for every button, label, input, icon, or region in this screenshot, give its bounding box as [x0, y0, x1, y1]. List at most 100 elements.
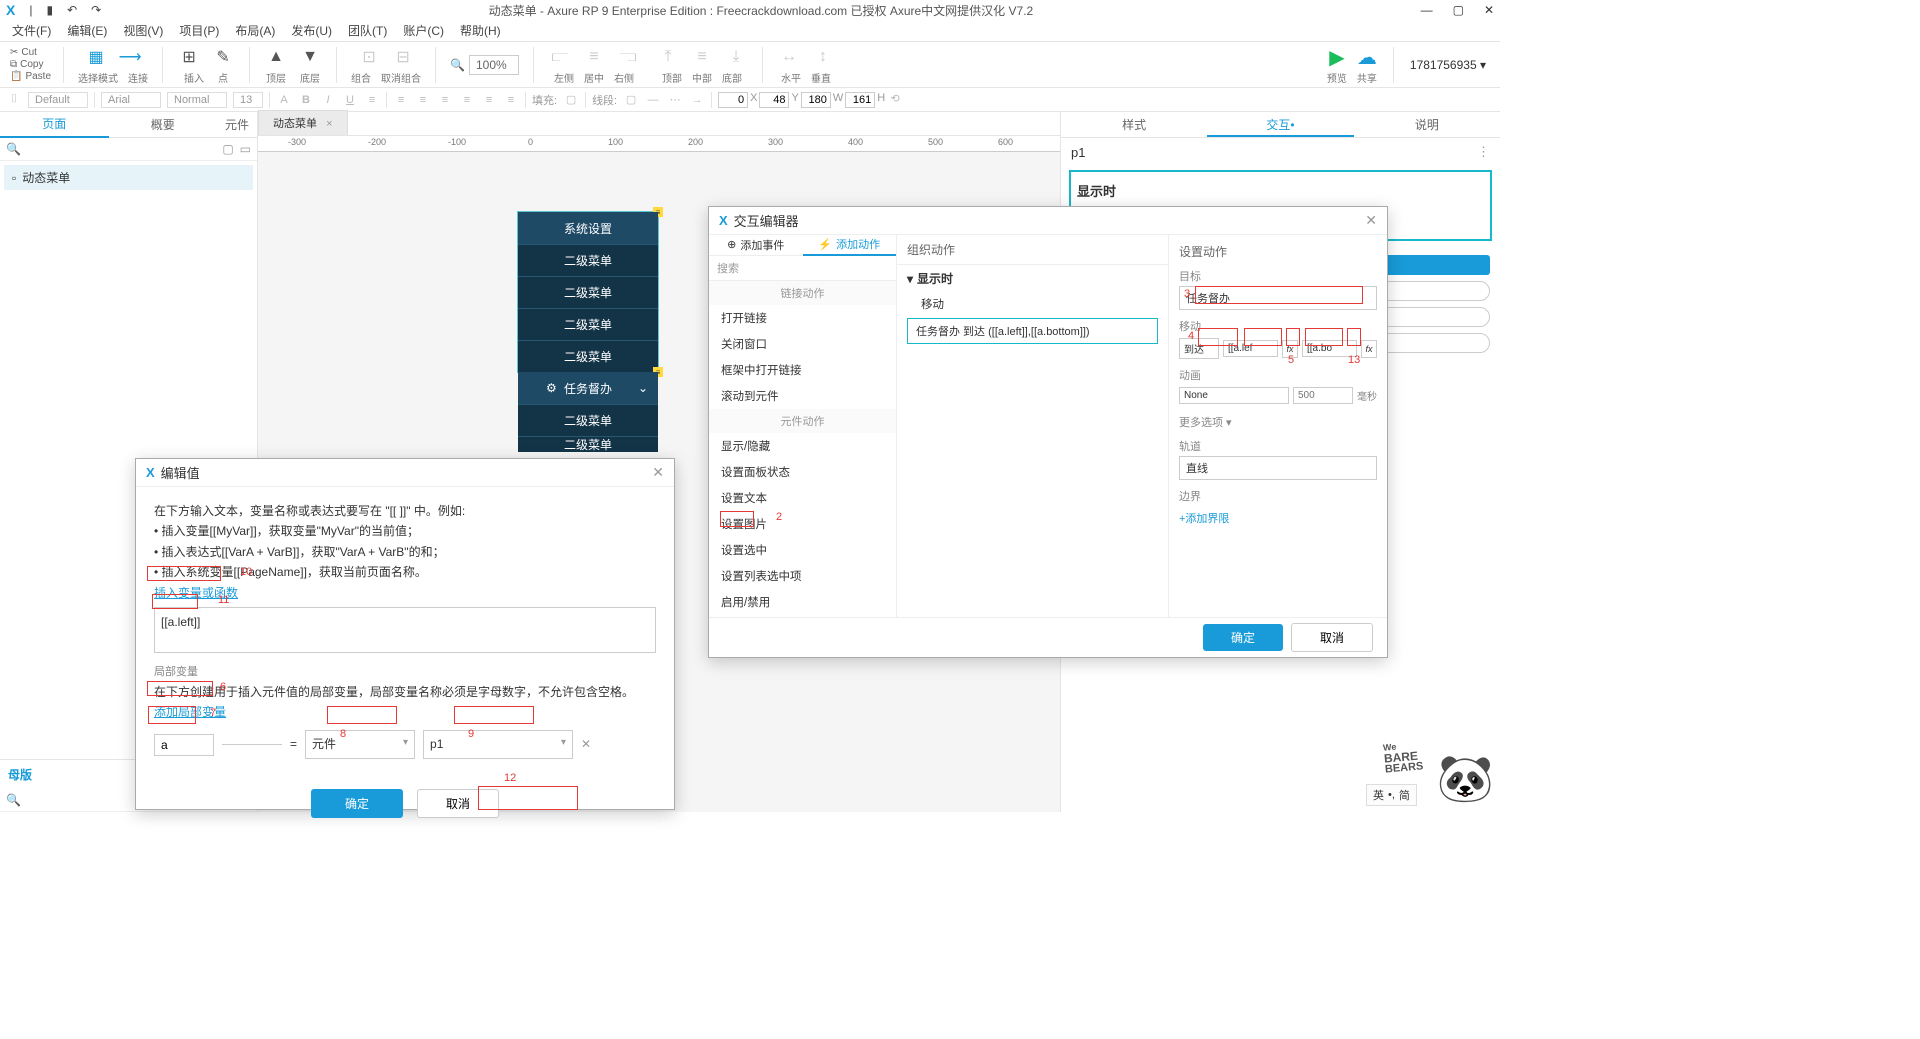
- ie-case-row[interactable]: 移动: [897, 292, 1168, 316]
- action-move[interactable]: 移动: [709, 615, 896, 617]
- menu-sub[interactable]: 二级菜单: [518, 244, 658, 276]
- group-icon[interactable]: ⊡: [357, 45, 381, 69]
- align-right-icon[interactable]: ⫎: [616, 45, 640, 69]
- move-y-input[interactable]: [[a.bo: [1302, 340, 1357, 357]
- menu-sub[interactable]: 二级菜单: [518, 404, 658, 436]
- fx-y-button[interactable]: fx: [1361, 340, 1377, 358]
- action-scroll-to[interactable]: 滚动到元件: [709, 383, 896, 409]
- redo-icon[interactable]: ↷: [91, 3, 101, 17]
- minimize-icon[interactable]: —: [1421, 3, 1433, 17]
- ie-action-step[interactable]: 任务督办 到达 ([[a.left]],[[a.bottom]]): [907, 318, 1158, 344]
- action-set-list[interactable]: 设置列表选中项: [709, 563, 896, 589]
- move-type-dropdown[interactable]: 到达: [1179, 338, 1219, 359]
- move-x-input[interactable]: [[a.lef: [1223, 340, 1278, 357]
- expression-textarea[interactable]: [[a.left]]: [154, 607, 656, 653]
- top-layer-icon[interactable]: ▲: [264, 45, 288, 69]
- fx-x-button[interactable]: fx: [1282, 340, 1298, 358]
- anim-duration-input[interactable]: [1293, 387, 1353, 404]
- ie-cancel-button[interactable]: 取消: [1291, 623, 1373, 652]
- tab-close-icon[interactable]: ×: [326, 118, 332, 130]
- tab-libraries[interactable]: 元件: [217, 112, 257, 137]
- align-middle-icon[interactable]: ≡: [690, 45, 714, 69]
- tree-item-root[interactable]: ▫ 动态菜单: [4, 165, 253, 190]
- copy-button[interactable]: ⧉ Copy: [10, 59, 51, 70]
- share-icon[interactable]: ☁: [1357, 45, 1377, 70]
- ungroup-icon[interactable]: ⊟: [391, 45, 415, 69]
- menu-sub[interactable]: 二级菜单: [518, 276, 658, 308]
- target-dropdown[interactable]: 任务督办: [1179, 286, 1377, 310]
- userid-label[interactable]: 1781756935 ▾: [1410, 58, 1486, 72]
- tab-interactions[interactable]: 交互•: [1207, 112, 1353, 137]
- local-var-name-input[interactable]: [154, 734, 214, 756]
- al2-icon[interactable]: ≡: [415, 94, 431, 106]
- tab-style[interactable]: 样式: [1061, 112, 1207, 137]
- menu-sub[interactable]: 二级菜单: [518, 436, 658, 452]
- track-dropdown[interactable]: 直线: [1179, 456, 1377, 480]
- y-input[interactable]: [759, 92, 789, 108]
- select-mode-icon[interactable]: ▦: [84, 45, 108, 69]
- action-set-panel[interactable]: 设置面板状态: [709, 459, 896, 485]
- cut-button[interactable]: ✂ Cut: [10, 47, 51, 58]
- menu-widget-1[interactable]: ≡ 系统设置 二级菜单 二级菜单 二级菜单 二级菜单: [518, 212, 658, 372]
- w-input[interactable]: [801, 92, 831, 108]
- action-open-in-frame[interactable]: 框架中打开链接: [709, 357, 896, 383]
- maximize-icon[interactable]: ▢: [1453, 3, 1464, 17]
- menu-header-1[interactable]: 系统设置: [518, 212, 658, 244]
- paste-button[interactable]: 📋 Paste: [10, 71, 51, 82]
- color-icon[interactable]: A: [276, 94, 292, 106]
- line-a-icon[interactable]: →: [689, 94, 705, 106]
- more-icon[interactable]: ⋮: [1477, 144, 1490, 160]
- action-enable[interactable]: 启用/禁用: [709, 589, 896, 615]
- save-icon[interactable]: ▮: [46, 3, 53, 17]
- menu-file[interactable]: 文件(F): [6, 20, 57, 41]
- ie-ok-button[interactable]: 确定: [1203, 624, 1283, 651]
- add-page-icon[interactable]: ▢: [222, 142, 233, 156]
- line-s-icon[interactable]: ⋯: [667, 93, 683, 106]
- rotate-icon[interactable]: ⟲: [887, 92, 903, 108]
- menu-team[interactable]: 团队(T): [342, 20, 393, 41]
- underline-icon[interactable]: U: [342, 94, 358, 106]
- tab-add-action[interactable]: ⚡添加动作: [803, 235, 897, 256]
- font-dropdown[interactable]: Arial: [101, 92, 161, 108]
- al5-icon[interactable]: ≡: [481, 94, 497, 106]
- close-icon[interactable]: ✕: [1484, 3, 1494, 17]
- insert-icon[interactable]: ⊞: [177, 45, 201, 69]
- ie-close-icon[interactable]: ✕: [1365, 212, 1377, 229]
- menu-help[interactable]: 帮助(H): [454, 20, 507, 41]
- dist-h-icon[interactable]: ↔: [777, 45, 801, 69]
- master-search-icon[interactable]: 🔍: [6, 793, 21, 807]
- menu-widget-2[interactable]: ≡ ⚙ 任务督办 ⌄ 二级菜单 二级菜单: [518, 372, 658, 452]
- point-icon[interactable]: ✎: [211, 45, 235, 69]
- connect-mode-icon[interactable]: ⟶: [118, 45, 142, 69]
- ev-ok-button[interactable]: 确定: [311, 789, 403, 818]
- menu-sub[interactable]: 二级菜单: [518, 308, 658, 340]
- menu-edit[interactable]: 编辑(E): [61, 20, 113, 41]
- action-open-link[interactable]: 打开链接: [709, 305, 896, 331]
- action-set-text[interactable]: 设置文本: [709, 485, 896, 511]
- menu-arrange[interactable]: 布局(A): [229, 20, 281, 41]
- dist-v-icon[interactable]: ↕: [811, 45, 835, 69]
- x-input[interactable]: [718, 92, 748, 108]
- ime-mode[interactable]: 英: [1373, 787, 1384, 803]
- action-show-hide[interactable]: 显示/隐藏: [709, 433, 896, 459]
- zoom-input[interactable]: 100%: [469, 55, 519, 75]
- style-dropdown[interactable]: Default: [28, 92, 88, 108]
- al4-icon[interactable]: ≡: [459, 94, 475, 106]
- line-w-icon[interactable]: —: [645, 94, 661, 106]
- local-var-target-dropdown[interactable]: p1: [423, 730, 573, 758]
- menu-account[interactable]: 账户(C): [397, 20, 450, 41]
- size-dropdown[interactable]: 13: [233, 92, 263, 108]
- line-swatch[interactable]: ▢: [623, 93, 639, 106]
- canvas-tab[interactable]: 动态菜单 ×: [258, 110, 348, 135]
- bold-icon[interactable]: B: [298, 94, 314, 106]
- local-var-type-dropdown[interactable]: 元件: [305, 730, 415, 758]
- action-set-selected[interactable]: 设置选中: [709, 537, 896, 563]
- add-local-var-link[interactable]: 添加局部变量: [154, 702, 226, 722]
- insert-var-link[interactable]: 插入变量或函数: [154, 583, 238, 603]
- h-input[interactable]: [845, 92, 875, 108]
- weight-dropdown[interactable]: Normal: [167, 92, 227, 108]
- widget-name[interactable]: p1: [1071, 145, 1085, 160]
- tab-outline[interactable]: 概要: [109, 112, 218, 137]
- anim-dropdown[interactable]: None: [1179, 387, 1289, 404]
- format-paint-icon[interactable]: ⌷: [6, 93, 22, 106]
